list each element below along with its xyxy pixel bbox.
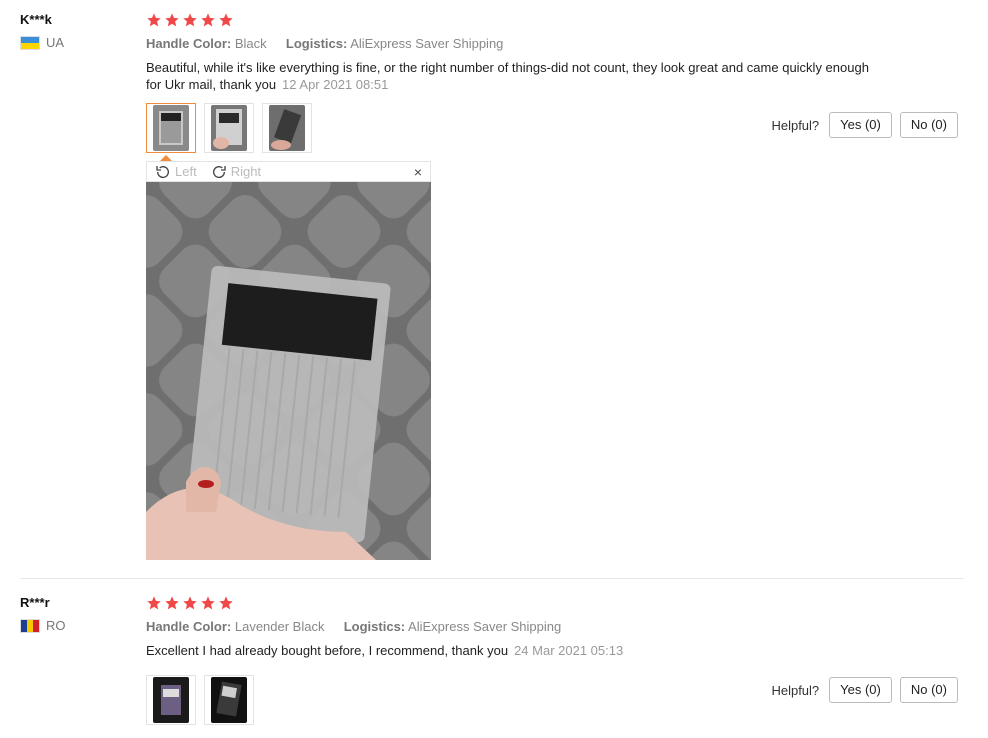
photo-thumbnail-image — [153, 105, 189, 151]
review-attributes: Handle Color: Lavender Black Logistics: … — [146, 619, 966, 634]
romania-flag-icon — [20, 618, 40, 633]
star-icon — [219, 13, 233, 27]
rotate-left-label: Left — [175, 164, 197, 179]
handle-color-label: Handle Color: — [146, 619, 232, 634]
country-code: RO — [46, 618, 66, 633]
reviewer-info: R***r RO — [20, 595, 66, 633]
photo-thumbnail-image — [153, 677, 189, 723]
star-icon — [183, 13, 197, 27]
logistics-value: AliExpress Saver Shipping — [408, 619, 562, 634]
star-icon — [165, 13, 179, 27]
review-photo-thumbnail[interactable] — [204, 675, 254, 725]
star-icon — [147, 596, 161, 610]
review-text: Beautiful, while it's like everything is… — [146, 60, 869, 92]
viewer-pointer — [160, 155, 172, 161]
review-photo-thumbnail[interactable] — [204, 103, 254, 153]
review-body: Handle Color: Lavender Black Logistics: … — [146, 595, 966, 725]
helpful-label: Helpful? — [771, 117, 820, 133]
viewer-toolbar: Left Right × — [146, 161, 431, 182]
review-text-block: Excellent I had already bought before, I… — [146, 642, 876, 659]
helpful-label: Helpful? — [771, 682, 820, 698]
rotate-right-icon — [212, 165, 226, 178]
photo-thumbnail-image — [269, 105, 305, 151]
review-date: 12 Apr 2021 08:51 — [282, 77, 389, 92]
helpful-controls: Helpful? Yes (0) No (0) — [771, 112, 958, 138]
reviewer-name: R***r — [20, 595, 50, 610]
review-divider — [20, 578, 964, 579]
review-attributes: Handle Color: Black Logistics: AliExpres… — [146, 36, 966, 51]
review-photo-large — [146, 182, 431, 560]
logistics-value: AliExpress Saver Shipping — [350, 36, 504, 51]
helpful-controls: Helpful? Yes (0) No (0) — [771, 677, 958, 703]
rotate-left-icon — [156, 165, 169, 178]
star-icon — [183, 596, 197, 610]
star-icon — [147, 13, 161, 27]
star-rating — [146, 595, 966, 611]
reviewer-info: K***k UA — [20, 12, 64, 50]
review-text-block: Beautiful, while it's like everything is… — [146, 59, 876, 93]
handle-color-value: Lavender Black — [234, 619, 325, 634]
rotate-left-button[interactable]: Left — [155, 164, 197, 180]
reviewer-country: UA — [20, 35, 64, 50]
review-photo-thumbnail[interactable] — [146, 675, 196, 725]
review-text: Excellent I had already bought before, I… — [146, 643, 509, 658]
rotate-right-button[interactable]: Right — [211, 164, 261, 180]
review-photo-thumbnail[interactable] — [146, 103, 196, 153]
helpful-no-button[interactable]: No (0) — [899, 112, 958, 138]
logistics-label: Logistics: — [285, 36, 348, 51]
photo-thumbnail-image — [211, 677, 247, 723]
handle-color-label: Handle Color: — [146, 36, 232, 51]
ukraine-flag-icon — [20, 35, 40, 50]
close-icon[interactable]: × — [414, 164, 422, 180]
star-icon — [219, 596, 233, 610]
rotate-right-label: Right — [230, 164, 262, 179]
helpful-yes-button[interactable]: Yes (0) — [829, 677, 892, 703]
star-icon — [201, 596, 215, 610]
logistics-label: Logistics: — [343, 619, 406, 634]
review-date: 24 Mar 2021 05:13 — [514, 643, 624, 658]
helpful-no-button[interactable]: No (0) — [899, 677, 958, 703]
star-icon — [201, 13, 215, 27]
star-rating — [146, 12, 966, 28]
reviewer-name: K***k — [20, 12, 52, 27]
photo-viewer: Left Right × — [146, 155, 431, 560]
photo-thumbnail-image — [211, 105, 247, 151]
handle-color-value: Black — [234, 36, 267, 51]
review-photo-thumbnail[interactable] — [262, 103, 312, 153]
helpful-yes-button[interactable]: Yes (0) — [829, 112, 892, 138]
star-icon — [165, 596, 179, 610]
country-code: UA — [46, 35, 65, 50]
reviewer-country: RO — [20, 618, 66, 633]
